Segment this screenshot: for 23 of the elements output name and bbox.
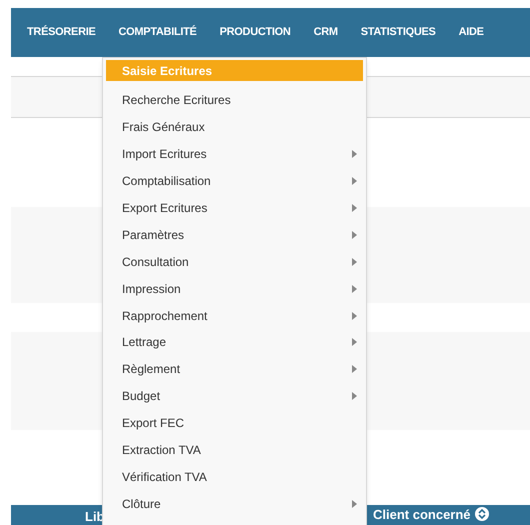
nav-link[interactable]: STATISTIQUES xyxy=(360,24,436,41)
menu-item[interactable]: Paramètres xyxy=(106,221,363,248)
nav-link[interactable]: CRM xyxy=(314,24,338,41)
menu-item[interactable]: Clôture xyxy=(106,490,363,518)
menu-item[interactable]: Lettrage xyxy=(106,329,363,356)
menu-item[interactable]: Budget xyxy=(106,382,363,410)
menu-item[interactable]: Consultation xyxy=(106,248,363,276)
nav-link[interactable]: AIDE xyxy=(458,24,484,41)
menu-item[interactable]: Import Ecritures xyxy=(106,140,363,168)
menu-item[interactable]: Export Ecritures xyxy=(106,194,363,222)
column-header[interactable]: Client concerné xyxy=(373,507,489,521)
menu-item[interactable]: Impression xyxy=(106,275,363,302)
menu-item[interactable]: Export FEC xyxy=(106,410,363,437)
menu-item[interactable]: Recherche Ecritures xyxy=(106,87,363,114)
nav-link[interactable]: TRÉSORERIE xyxy=(27,24,96,41)
menu-item[interactable]: Comptabilisation xyxy=(106,168,363,195)
menu-item[interactable]: Extraction TVA xyxy=(106,436,363,464)
nav-link[interactable]: PRODUCTION xyxy=(220,24,291,41)
menu-item[interactable]: Vérification TVA xyxy=(106,463,363,490)
menu-item[interactable]: Règlement xyxy=(106,356,363,383)
menu-item[interactable]: Frais Généraux xyxy=(106,114,363,141)
menu-item[interactable]: Rapprochement xyxy=(106,302,363,330)
nav-link[interactable]: COMPTABILITÉ xyxy=(118,24,197,41)
